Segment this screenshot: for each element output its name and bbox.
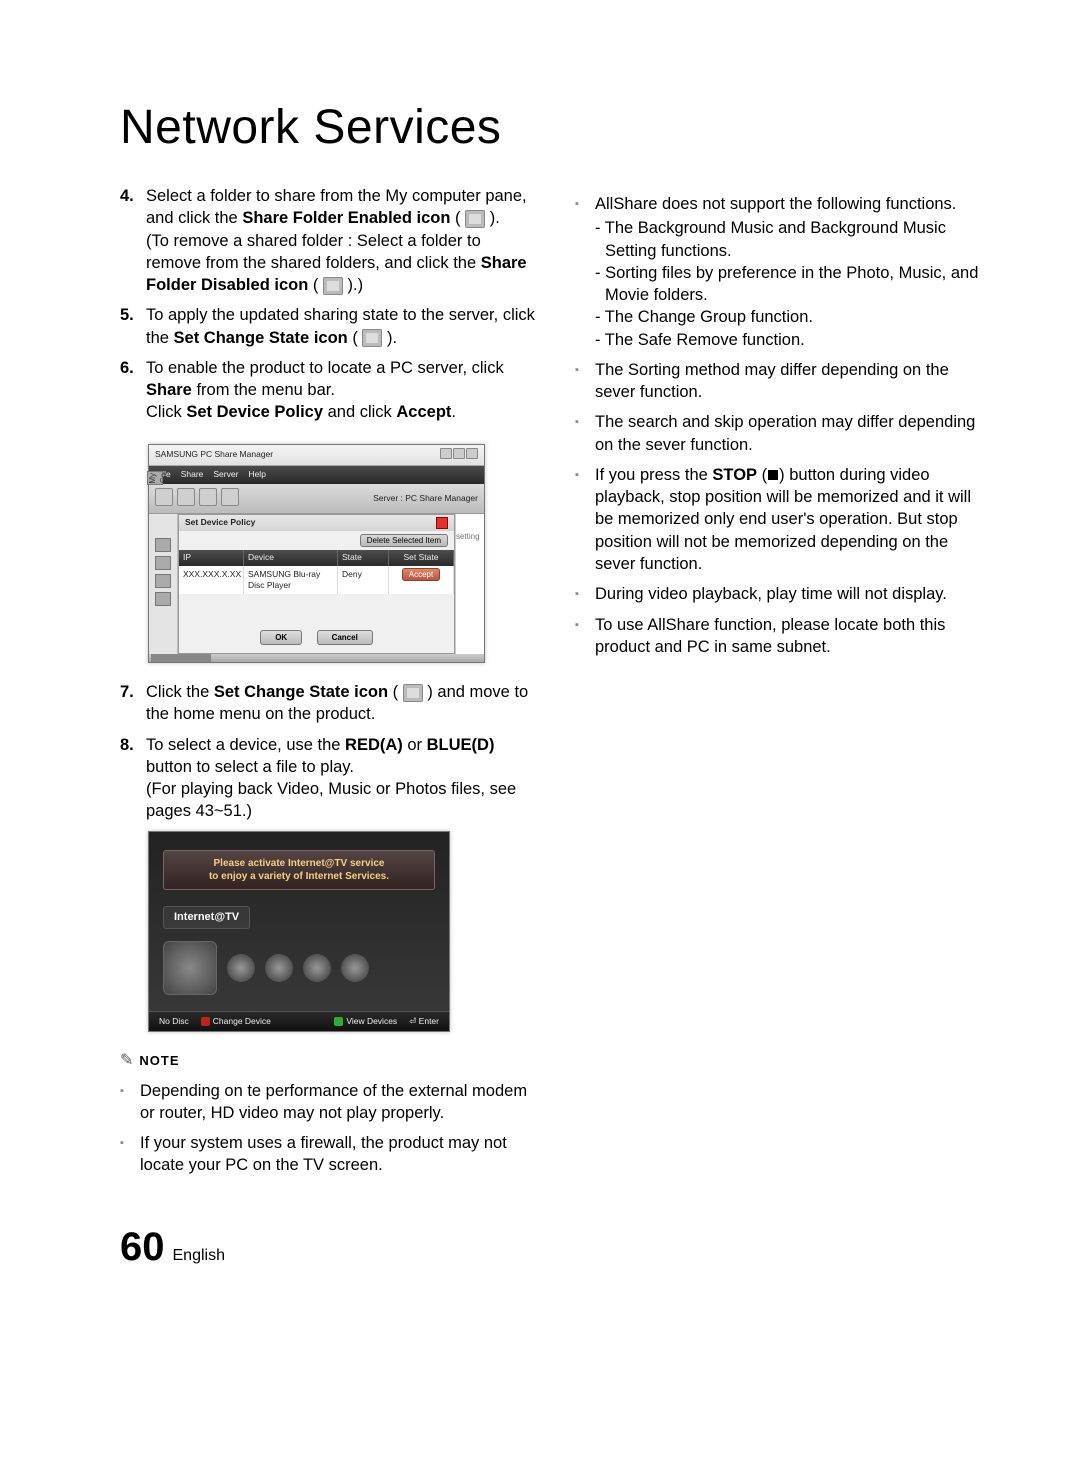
banner: Please activate Internet@TV service to e… bbox=[163, 850, 435, 890]
sub-item: - The Safe Remove function. bbox=[595, 329, 990, 351]
settings-label: setting bbox=[456, 532, 484, 543]
banner-line2: to enjoy a variety of Internet Services. bbox=[168, 870, 430, 883]
step-8-body: To select a device, use the RED(A) or BL… bbox=[146, 734, 535, 823]
right-panel: setting bbox=[455, 514, 484, 654]
col-device: Device bbox=[244, 550, 338, 565]
banner-line1: Please activate Internet@TV service bbox=[168, 857, 430, 870]
step-number: 6. bbox=[120, 357, 146, 424]
step-7-body: Click the Set Change State icon ( ) and … bbox=[146, 681, 535, 726]
note-item: To use AllShare function, please locate … bbox=[595, 614, 990, 659]
folder-icon bbox=[155, 592, 171, 606]
window-title: SAMSUNG PC Share Manager bbox=[155, 449, 273, 460]
cell-state: Deny bbox=[338, 566, 389, 595]
cell-ip: XXX.XXX.X.XX bbox=[179, 566, 244, 595]
note-item: AllShare does not support the following … bbox=[595, 193, 990, 351]
step-4-body: Select a folder to share from the My com… bbox=[146, 185, 535, 296]
set-change-state-icon bbox=[362, 329, 382, 347]
app-icon bbox=[265, 954, 293, 982]
toolbar-icon bbox=[199, 488, 217, 506]
delete-selected-item-button: Delete Selected Item bbox=[360, 534, 448, 547]
bullet-icon: ▪ bbox=[575, 464, 595, 575]
step-6-body: To enable the product to locate a PC ser… bbox=[146, 357, 535, 424]
close-icon bbox=[466, 448, 478, 459]
bullet-icon: ▪ bbox=[575, 583, 595, 605]
share-folder-disabled-icon bbox=[323, 277, 343, 295]
toolbar-icon bbox=[177, 488, 195, 506]
bullet-icon: ▪ bbox=[575, 359, 595, 404]
app-icon bbox=[303, 954, 331, 982]
note-item: During video playback, play time will no… bbox=[595, 583, 990, 605]
enter-label: ⏎ Enter bbox=[409, 1016, 439, 1027]
bullet-icon: ▪ bbox=[120, 1080, 140, 1125]
scrollbar bbox=[149, 654, 484, 662]
step-number: 8. bbox=[120, 734, 146, 823]
step-number: 5. bbox=[120, 304, 146, 349]
bullet-icon: ▪ bbox=[575, 614, 595, 659]
menu-help: Help bbox=[248, 469, 265, 480]
menu-share: Share bbox=[181, 469, 204, 480]
window-controls bbox=[439, 448, 478, 462]
share-folder-enabled-icon bbox=[465, 210, 485, 228]
table-row: XXX.XXX.X.XX SAMSUNG Blu-ray Disc Player… bbox=[179, 566, 454, 595]
pc-share-manager-screenshot: SAMSUNG PC Share Manager File Share Serv… bbox=[148, 444, 485, 663]
bullet-icon: ▪ bbox=[575, 193, 595, 351]
col-state: State bbox=[338, 550, 389, 565]
my-computer-label: My Co bbox=[147, 471, 163, 485]
ok-button: OK bbox=[260, 630, 302, 645]
note-label: NOTE bbox=[139, 1052, 179, 1070]
note-item: The Sorting method may differ depending … bbox=[595, 359, 990, 404]
toolbar-icons bbox=[155, 488, 243, 509]
folder-icon bbox=[155, 574, 171, 588]
note-icon: ✎ bbox=[120, 1050, 133, 1072]
menu-bar: File Share Server Help bbox=[149, 466, 484, 483]
app-icon bbox=[341, 954, 369, 982]
internet-tv-screenshot: Please activate Internet@TV service to e… bbox=[148, 831, 450, 1032]
folder-icon bbox=[155, 556, 171, 570]
change-device-label: Change Device bbox=[213, 1016, 271, 1026]
note-item: Depending on te performance of the exter… bbox=[140, 1080, 535, 1125]
right-column: ▪ AllShare does not support the followin… bbox=[575, 185, 990, 1185]
left-column: 4. Select a folder to share from the My … bbox=[120, 185, 535, 1185]
bullet-icon: ▪ bbox=[120, 1132, 140, 1177]
page-number: 60 bbox=[120, 1225, 165, 1270]
col-set-state: Set State bbox=[389, 550, 454, 565]
no-disc-label: No Disc bbox=[159, 1016, 189, 1027]
set-change-state-icon bbox=[403, 684, 423, 702]
sub-item: - The Change Group function. bbox=[595, 306, 990, 328]
cancel-button: Cancel bbox=[317, 630, 373, 645]
folder-icon bbox=[155, 538, 171, 552]
menu-server: Server bbox=[213, 469, 238, 480]
sub-item: - The Background Music and Background Mu… bbox=[595, 217, 990, 262]
note-item: The search and skip operation may differ… bbox=[595, 411, 990, 456]
bullet-icon: ▪ bbox=[575, 411, 595, 456]
accept-button: Accept bbox=[402, 568, 440, 581]
set-device-policy-dialog: Set Device Policy Delete Selected Item I… bbox=[178, 514, 455, 654]
internet-tv-title: Internet@TV bbox=[163, 906, 250, 929]
note-item: If your system uses a firewall, the prod… bbox=[140, 1132, 535, 1177]
server-label: Server : PC Share Manager bbox=[373, 493, 478, 504]
step-number: 4. bbox=[120, 185, 146, 296]
page-title: Network Services bbox=[120, 100, 990, 155]
step-number: 7. bbox=[120, 681, 146, 726]
minimize-icon bbox=[440, 448, 452, 459]
blue-button-icon bbox=[334, 1017, 343, 1026]
toolbar-icon bbox=[155, 488, 173, 506]
red-button-icon bbox=[201, 1017, 210, 1026]
note-item: If you press the STOP () button during v… bbox=[595, 464, 990, 575]
col-ip: IP bbox=[179, 550, 244, 565]
maximize-icon bbox=[453, 448, 465, 459]
table-header: IP Device State Set State bbox=[179, 550, 454, 565]
close-icon bbox=[436, 517, 448, 529]
dialog-title: Set Device Policy bbox=[185, 517, 255, 528]
toolbar-icon bbox=[221, 488, 239, 506]
stop-icon bbox=[768, 470, 778, 480]
left-sidebar: My Co bbox=[149, 514, 178, 654]
language-label: English bbox=[173, 1247, 225, 1265]
cell-device: SAMSUNG Blu-ray Disc Player bbox=[244, 566, 338, 595]
app-icon bbox=[227, 954, 255, 982]
step-5-body: To apply the updated sharing state to th… bbox=[146, 304, 535, 349]
sub-item: - Sorting files by preference in the Pho… bbox=[595, 262, 990, 307]
view-devices-label: View Devices bbox=[346, 1016, 397, 1026]
app-tile-icon bbox=[163, 941, 217, 995]
